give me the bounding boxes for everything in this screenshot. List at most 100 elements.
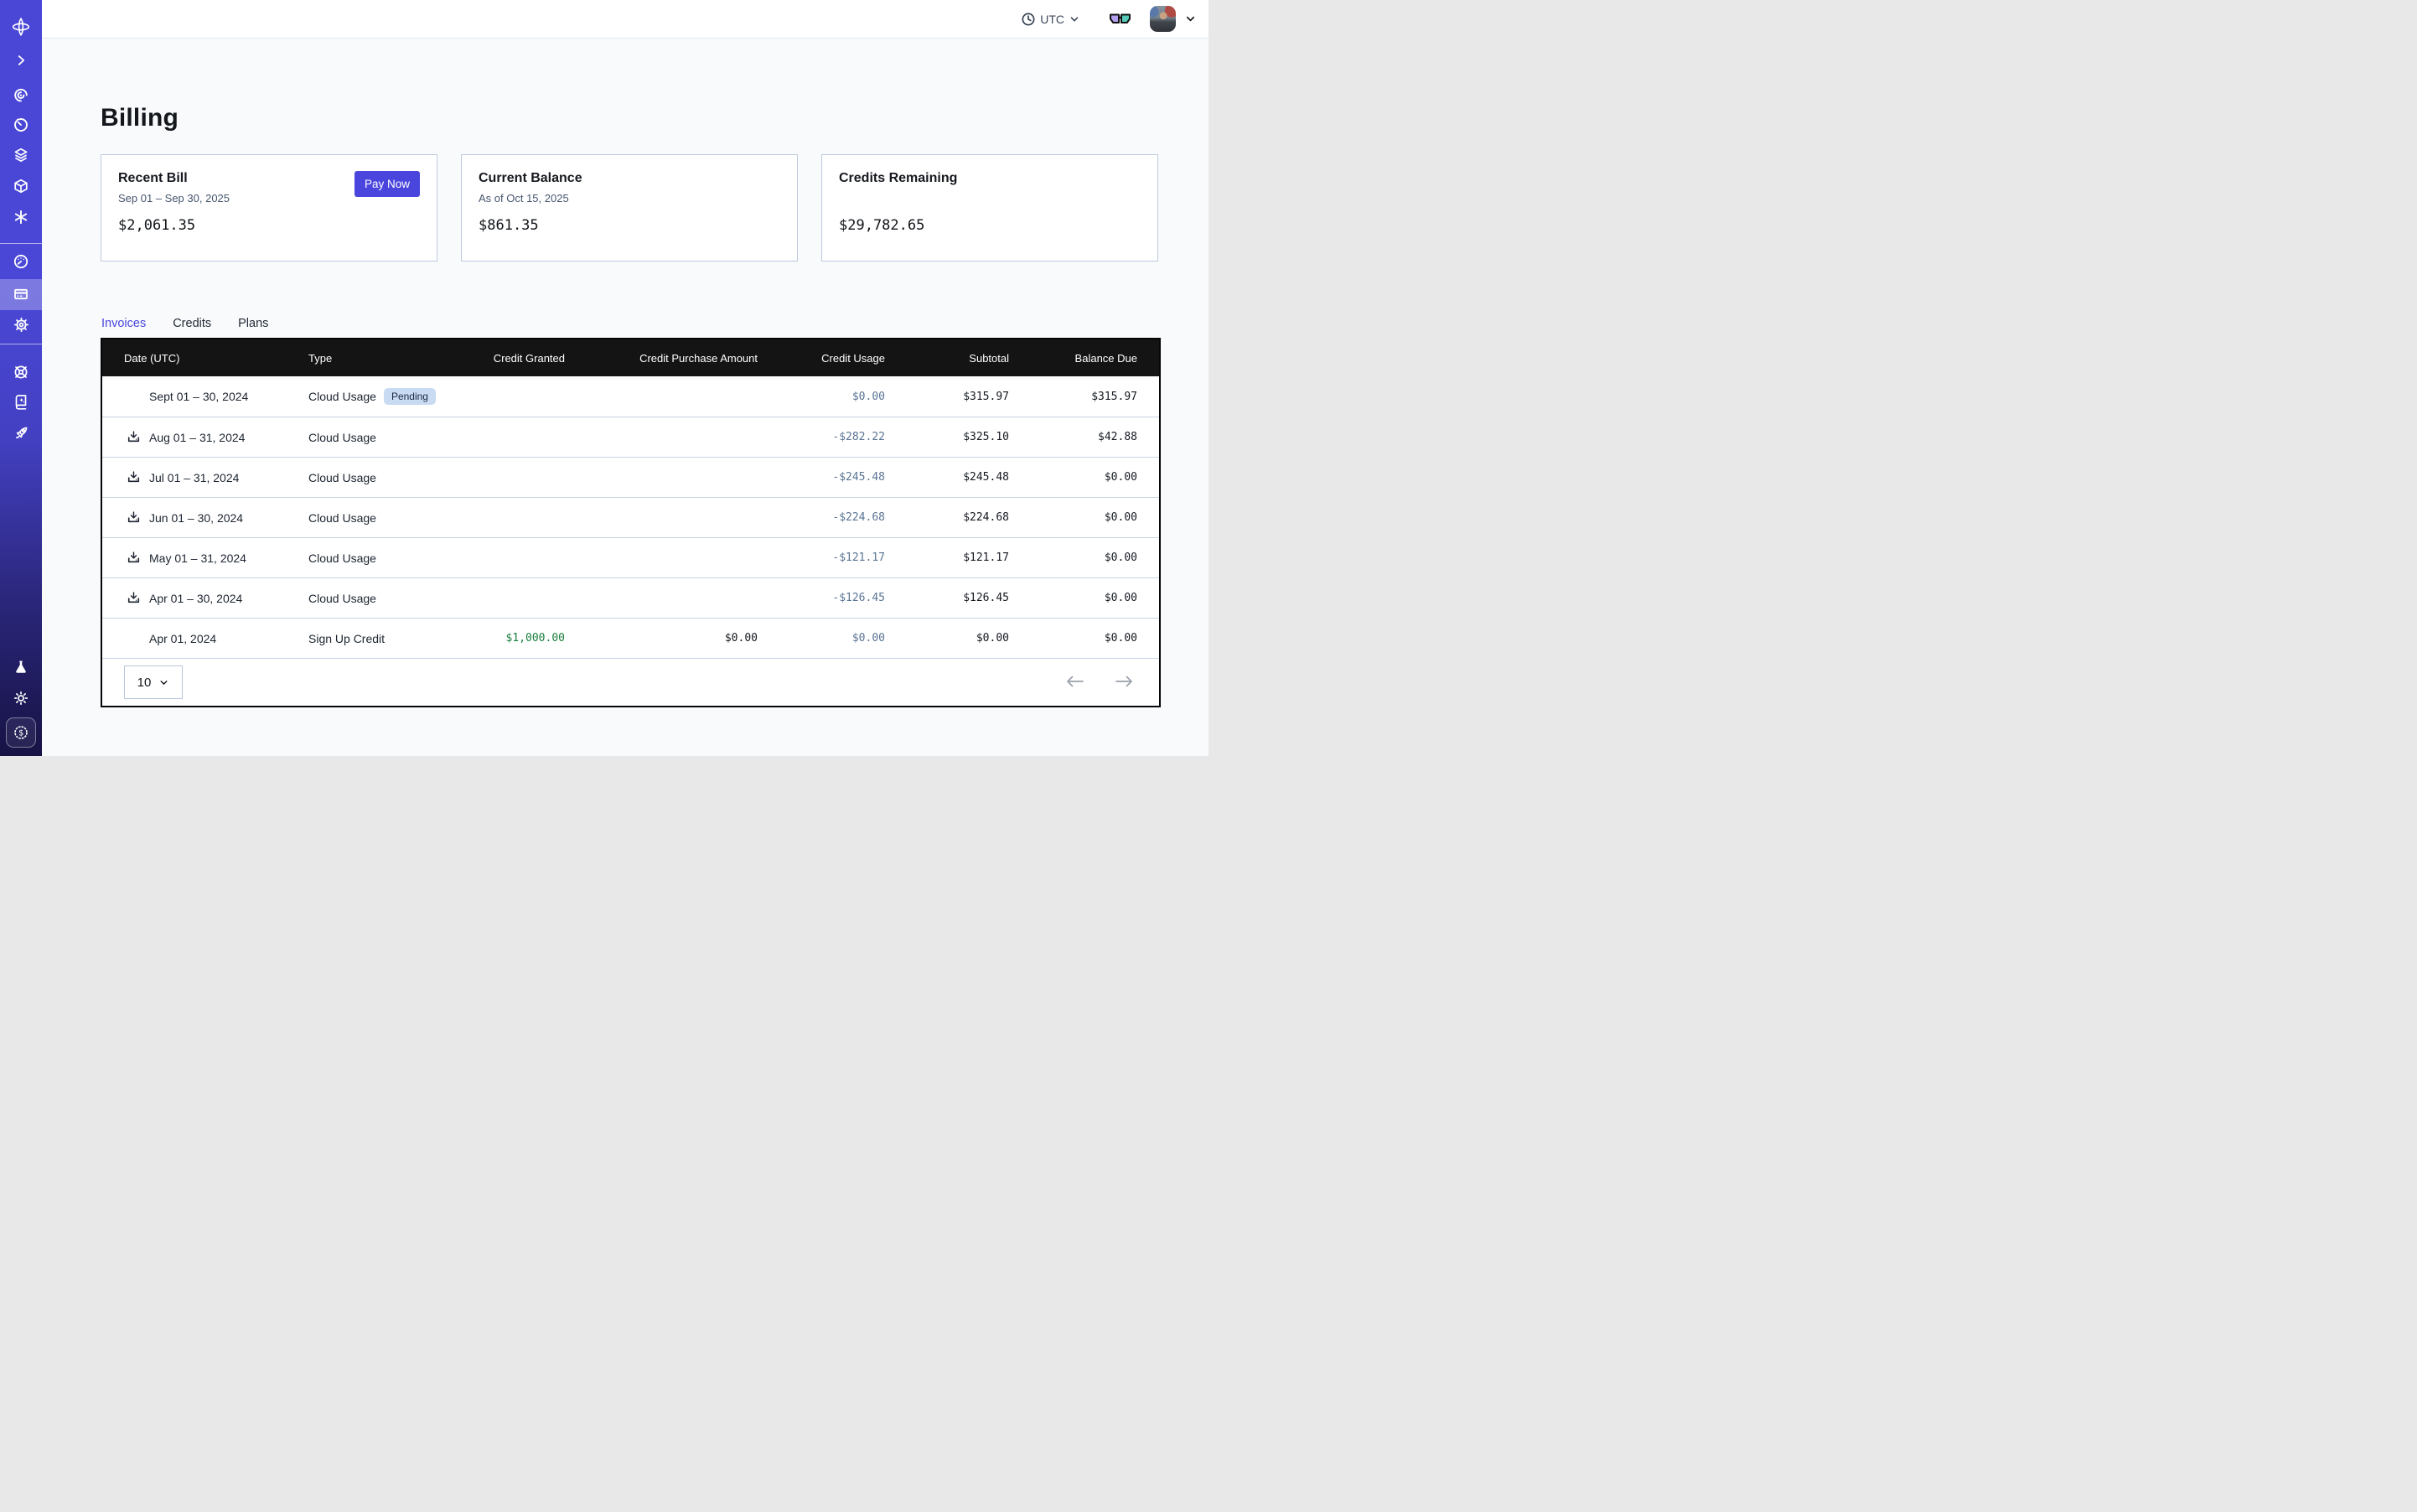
col-credit-purchase: Credit Purchase Amount	[565, 352, 758, 365]
recent-bill-card: Recent Bill Sep 01 – Sep 30, 2025 $2,061…	[101, 154, 437, 261]
labs-flask-icon[interactable]	[0, 656, 42, 678]
cell-balance-due: $0.00	[1009, 592, 1137, 604]
cell-date: May 01 – 31, 2024	[124, 551, 308, 566]
asterisk-icon[interactable]	[0, 206, 42, 228]
table-row: Apr 01 – 30, 2024 Cloud Usage -$126.45$126…	[102, 577, 1159, 618]
table-row: Aug 01 – 31, 2024Cloud Usage-$282.22$325…	[102, 417, 1159, 457]
download-slot-empty	[124, 631, 142, 646]
cell-credit-usage: -$224.68	[758, 511, 885, 524]
status-badge: Pending	[384, 388, 436, 405]
invoice-type: Cloud Usage	[308, 511, 376, 525]
main-content: Billing Recent Bill Sep 01 – Sep 30, 202…	[42, 39, 1208, 756]
cell-subtotal: $245.48	[885, 471, 1009, 484]
pay-now-button[interactable]: Pay Now	[355, 171, 420, 197]
docs-book-icon[interactable]	[0, 391, 42, 412]
clock-icon	[1021, 12, 1036, 27]
invoice-type: Cloud Usage	[308, 471, 376, 484]
summary-cards: Recent Bill Sep 01 – Sep 30, 2025 $2,061…	[101, 154, 1158, 261]
rocket-icon[interactable]	[0, 422, 42, 443]
svg-text:$: $	[18, 728, 23, 738]
page-size-select[interactable]: 10	[124, 665, 183, 699]
sidebar-item-billing[interactable]	[0, 279, 42, 310]
col-subtotal: Subtotal	[885, 352, 1009, 365]
cell-credit-granted: $1,000.00	[464, 632, 565, 645]
next-page-button[interactable]	[1114, 673, 1134, 690]
col-date: Date (UTC)	[124, 352, 308, 365]
col-balance-due: Balance Due	[1009, 352, 1137, 365]
col-type: Type	[308, 352, 464, 365]
invoice-type: Sign Up Credit	[308, 632, 385, 645]
cell-date: Sept 01 – 30, 2024	[124, 389, 308, 404]
card-subtitle: As of Oct 15, 2025	[479, 192, 780, 205]
invoice-date: Apr 01 – 30, 2024	[149, 592, 242, 605]
timezone-label: UTC	[1040, 13, 1064, 26]
cell-subtotal: $315.97	[885, 391, 1009, 403]
cell-date: Jun 01 – 30, 2024	[124, 510, 308, 526]
wheel-icon[interactable]	[0, 361, 42, 383]
invoice-date: Apr 01, 2024	[149, 632, 216, 645]
table-row: Sept 01 – 30, 2024Cloud Usage Pending $0.0…	[102, 376, 1159, 417]
cell-date: Jul 01 – 31, 2024	[124, 470, 308, 485]
avatar[interactable]	[1150, 6, 1176, 32]
cell-type: Cloud Usage	[308, 592, 464, 605]
cell-credit-usage: -$126.45	[758, 592, 885, 604]
chevron-down-icon[interactable]	[1184, 13, 1197, 25]
settings-gear-icon[interactable]	[0, 313, 42, 335]
cell-balance-due: $42.88	[1009, 431, 1137, 443]
cell-credit-usage: $0.00	[758, 632, 885, 645]
sandbox-cube-icon[interactable]	[0, 175, 42, 197]
cell-credit-usage: $0.00	[758, 391, 885, 403]
card-amount: $2,061.35	[118, 217, 420, 234]
invoice-date: Aug 01 – 31, 2024	[149, 431, 245, 444]
layers-icon[interactable]	[0, 144, 42, 166]
download-invoice-icon[interactable]	[124, 551, 142, 566]
theme-sun-icon[interactable]	[0, 687, 42, 709]
cell-balance-due: $315.97	[1009, 391, 1137, 403]
table-row: Jul 01 – 31, 2024Cloud Usage-$245.48$245…	[102, 457, 1159, 497]
download-invoice-icon[interactable]	[124, 510, 142, 526]
invoice-date: May 01 – 31, 2024	[149, 551, 246, 565]
cell-date: Aug 01 – 31, 2024	[124, 430, 308, 445]
download-slot-empty	[124, 389, 142, 404]
cell-balance-due: $0.00	[1009, 632, 1137, 645]
logo-icon[interactable]	[0, 16, 42, 38]
invoice-type: Cloud Usage	[308, 390, 376, 403]
glasses-icon[interactable]	[1109, 12, 1131, 26]
page-title: Billing	[101, 104, 179, 132]
table-header: Date (UTC) Type Credit Granted Credit Pu…	[102, 339, 1159, 376]
observability-icon[interactable]	[0, 84, 42, 106]
cell-type: Cloud Usage	[308, 471, 464, 484]
card-subtitle	[839, 192, 1141, 205]
timezone-selector[interactable]: UTC	[1021, 12, 1080, 27]
download-invoice-icon[interactable]	[124, 430, 142, 445]
app-window: $ UTC	[0, 0, 1208, 756]
topbar: UTC	[42, 0, 1208, 39]
dashboard-gauge-icon[interactable]	[0, 251, 42, 272]
current-balance-card: Current Balance As of Oct 15, 2025 $861.…	[461, 154, 798, 261]
cell-date: Apr 01, 2024	[124, 631, 308, 646]
prev-page-button[interactable]	[1065, 673, 1085, 690]
card-title: Current Balance	[479, 171, 780, 186]
sidebar-divider	[0, 243, 42, 244]
invoice-date: Jun 01 – 30, 2024	[149, 511, 243, 525]
cell-subtotal: $325.10	[885, 431, 1009, 443]
chevron-down-icon	[1069, 13, 1080, 25]
cell-subtotal: $126.45	[885, 592, 1009, 604]
cell-type: Cloud Usage Pending	[308, 388, 464, 405]
download-invoice-icon[interactable]	[124, 470, 142, 485]
credits-remaining-card: Credits Remaining $29,782.65	[821, 154, 1158, 261]
card-amount: $29,782.65	[839, 217, 1141, 234]
card-title: Credits Remaining	[839, 171, 1141, 186]
col-credit-granted: Credit Granted	[464, 352, 565, 365]
cell-credit-usage: -$282.22	[758, 431, 885, 443]
invoice-date: Jul 01 – 31, 2024	[149, 471, 239, 484]
download-invoice-icon[interactable]	[124, 591, 142, 606]
credits-coin-icon[interactable]: $	[6, 717, 36, 748]
table-footer: 10	[102, 658, 1159, 706]
chevron-right-icon[interactable]	[0, 49, 42, 71]
history-icon[interactable]	[0, 114, 42, 136]
cell-balance-due: $0.00	[1009, 511, 1137, 524]
cell-subtotal: $0.00	[885, 632, 1009, 645]
billing-card-icon	[0, 283, 42, 305]
cell-type: Cloud Usage	[308, 511, 464, 525]
